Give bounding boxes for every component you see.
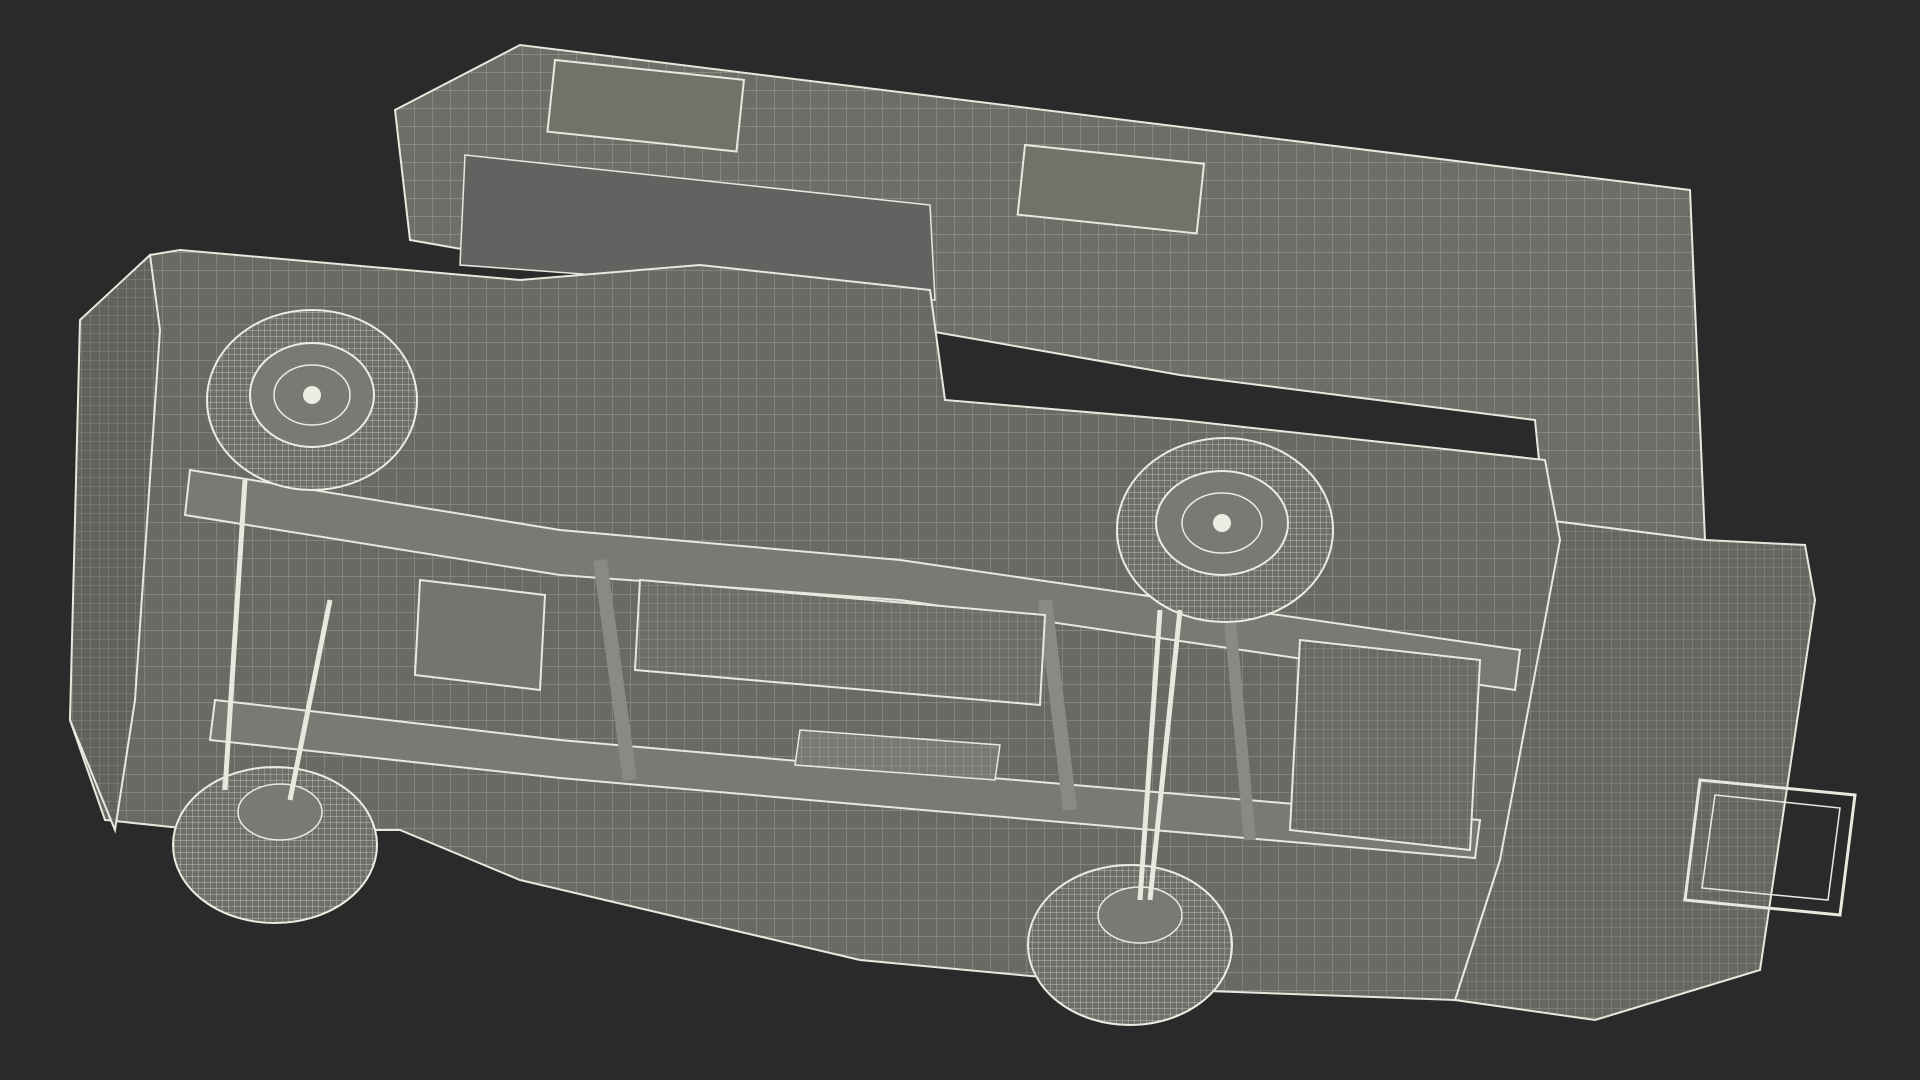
wheel-rear-left: [1116, 437, 1334, 623]
wheel-front-right: [172, 766, 378, 924]
render-viewport: [0, 0, 1920, 1080]
rear-floor-panel: [1288, 638, 1482, 852]
wheel-front-left: [206, 309, 418, 491]
wheel-rear-right: [1027, 864, 1233, 1026]
wireframe-render: [68, 43, 1857, 1026]
